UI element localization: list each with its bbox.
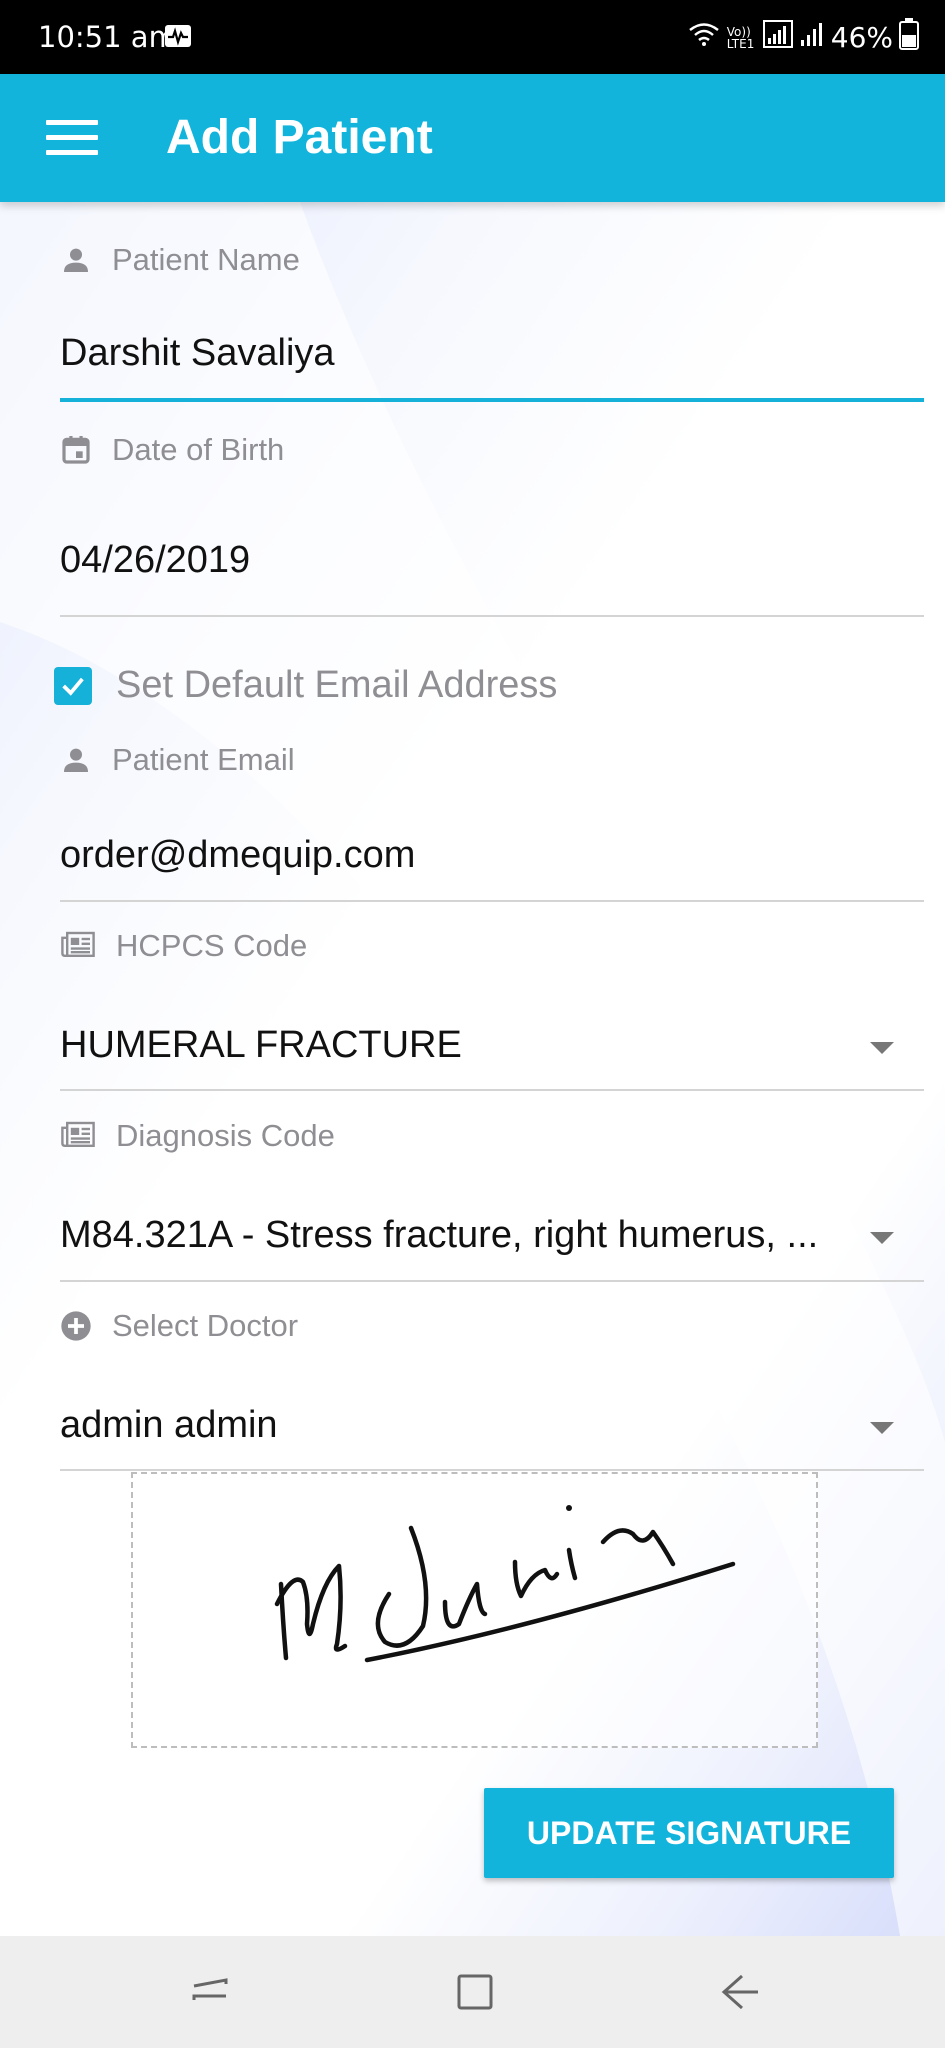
patient-name-label-row: Patient Name (60, 242, 300, 278)
date-of-birth-label-row: Date of Birth (60, 432, 284, 468)
home-icon[interactable] (451, 1968, 499, 2016)
activity-icon (164, 24, 192, 48)
hcpcs-code-label: HCPCS Code (116, 928, 308, 963)
signal-icon-1 (762, 20, 793, 55)
hcpcs-code-field: HCPCS Code HUMERAL FRACTURE (60, 902, 924, 1102)
add-circle-icon (60, 1310, 92, 1342)
newspaper-icon (60, 1120, 96, 1152)
patient-email-field: Patient Email order@dmequip.com (60, 700, 924, 910)
add-patient-form: Patient Name Darshit Savaliya Date of Bi… (0, 202, 945, 1936)
wifi-icon (687, 21, 721, 54)
newspaper-icon (60, 930, 96, 962)
signal-icon-2 (799, 20, 825, 55)
battery-percent: 46% (830, 21, 893, 54)
chevron-down-icon[interactable] (870, 1422, 894, 1434)
doctor-select[interactable]: admin admin (60, 1404, 278, 1447)
patient-email-input[interactable]: order@dmequip.com (60, 834, 415, 877)
hamburger-menu-icon[interactable] (46, 120, 98, 156)
checkbox-checked-icon[interactable] (54, 666, 92, 705)
calendar-icon (60, 434, 92, 466)
person-icon (60, 244, 92, 276)
date-of-birth-label: Date of Birth (112, 432, 285, 467)
recent-apps-icon[interactable] (186, 1968, 234, 2016)
chevron-down-icon[interactable] (870, 1232, 894, 1244)
diagnosis-code-field: Diagnosis Code M84.321A - Stress fractur… (60, 1092, 924, 1292)
doctor-label-row: Select Doctor (60, 1308, 298, 1344)
status-time: 10:51 am (38, 20, 177, 54)
patient-name-input[interactable]: Darshit Savaliya (60, 332, 335, 375)
diagnosis-code-label-row: Diagnosis Code (60, 1118, 335, 1154)
hcpcs-code-select[interactable]: HUMERAL FRACTURE (60, 1024, 462, 1067)
diagnosis-code-select[interactable]: M84.321A - Stress fracture, right humeru… (60, 1214, 818, 1257)
status-bar: 10:51 am Vo)) LTE1 46% (0, 0, 945, 74)
page-title: Add Patient (166, 111, 433, 164)
date-of-birth-input[interactable]: 04/26/2019 (60, 539, 250, 582)
battery-icon (899, 18, 919, 57)
lte-icon: Vo)) LTE1 (726, 24, 755, 51)
signature-drawing (274, 1505, 736, 1663)
date-of-birth-underline (60, 615, 924, 617)
diagnosis-code-label: Diagnosis Code (116, 1118, 335, 1153)
hcpcs-code-underline (60, 1089, 924, 1091)
patient-email-label: Patient Email (112, 742, 295, 777)
chevron-down-icon[interactable] (870, 1042, 894, 1054)
person-icon (60, 744, 92, 776)
patient-name-field: Patient Name Darshit Savaliya (60, 202, 924, 402)
doctor-label: Select Doctor (112, 1308, 299, 1343)
hcpcs-code-label-row: HCPCS Code (60, 928, 307, 964)
back-icon[interactable] (716, 1968, 764, 2016)
update-signature-button[interactable]: UPDATE SIGNATURE (484, 1788, 894, 1878)
doctor-underline (60, 1469, 924, 1471)
patient-name-label: Patient Name (112, 242, 300, 277)
signature-pad[interactable] (131, 1472, 818, 1748)
system-navigation-bar (0, 1936, 945, 2048)
app-bar: Add Patient (0, 74, 945, 202)
patient-email-label-row: Patient Email (60, 742, 295, 778)
doctor-field: Select Doctor admin admin (60, 1282, 924, 1482)
